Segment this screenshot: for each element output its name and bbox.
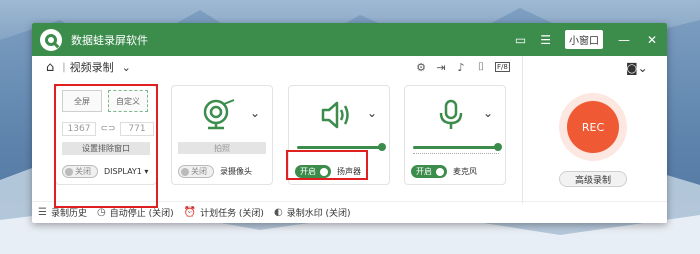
- mouse-icon[interactable]: ⌷: [475, 60, 487, 74]
- mode-selector[interactable]: ⌂ | 视频录制 ⌄: [46, 58, 131, 76]
- microphone-card: ⌄ 开启 麦克风: [404, 85, 506, 185]
- speaker-chevron-icon[interactable]: ⌄: [367, 106, 377, 120]
- watermark-icon: ◐: [273, 207, 283, 218]
- mic-label: 麦克风: [453, 167, 477, 176]
- speaker-small-icon[interactable]: ♪: [455, 61, 467, 74]
- title-bar: 数据蛙录屏软件 ▭ ☰ 小窗口 — ✕: [32, 23, 667, 56]
- speaker-volume-slider[interactable]: [297, 143, 386, 151]
- chevron-down-icon[interactable]: ⌄: [122, 61, 131, 74]
- camera-toggle[interactable]: 关闭: [178, 165, 214, 178]
- mic-level-meter: [413, 153, 499, 156]
- advanced-record-button[interactable]: 高级录制: [559, 171, 627, 187]
- mode-label: 视频录制: [69, 61, 114, 74]
- mic-toggle[interactable]: 开启: [411, 165, 447, 178]
- highlight-box-screen: [54, 84, 158, 208]
- list-icon: ☰: [38, 207, 47, 218]
- app-title: 数据蛙录屏软件: [71, 33, 148, 47]
- divider: [522, 56, 523, 204]
- rec-button-ring[interactable]: REC: [559, 93, 627, 161]
- minimize-button[interactable]: —: [617, 33, 631, 47]
- mic-chevron-icon[interactable]: ⌄: [483, 106, 493, 120]
- tool-icons: ⚙ ⇥ ♪ ⌷ F/8: [415, 60, 510, 74]
- settings-icon[interactable]: ⚙: [415, 61, 427, 74]
- alarm-icon: ⏰: [183, 207, 197, 218]
- microphone-icon: [439, 99, 463, 129]
- feedback-icon[interactable]: ▭: [515, 34, 526, 46]
- camera-card: ⌄ 拍照 关闭 录摄像头: [171, 85, 273, 185]
- export-icon[interactable]: ⇥: [435, 61, 447, 74]
- photo-button[interactable]: 拍照: [178, 142, 266, 154]
- camera-chevron-icon[interactable]: ⌄: [250, 106, 260, 120]
- speaker-icon: [321, 101, 349, 129]
- rec-button[interactable]: REC: [567, 101, 619, 153]
- highlight-box-speaker: [286, 150, 368, 180]
- mic-volume-slider[interactable]: [413, 143, 502, 151]
- mini-window-button[interactable]: 小窗口: [565, 30, 603, 49]
- schedule-link[interactable]: ⏰ 计划任务 (关闭): [184, 206, 264, 219]
- app-logo-icon: [40, 28, 62, 51]
- clock-icon: ◷: [96, 207, 106, 218]
- camera-label: 录摄像头: [220, 167, 252, 176]
- home-icon[interactable]: ⌂: [46, 60, 54, 75]
- close-button[interactable]: ✕: [645, 33, 659, 47]
- watermark-link[interactable]: ◐ 录制水印 (关闭): [274, 206, 351, 219]
- fit-icon[interactable]: F/8: [495, 62, 510, 72]
- screenshot-camera-icon[interactable]: ◙⌄: [626, 61, 648, 75]
- menu-icon[interactable]: ☰: [540, 34, 551, 46]
- webcam-icon: [203, 99, 235, 130]
